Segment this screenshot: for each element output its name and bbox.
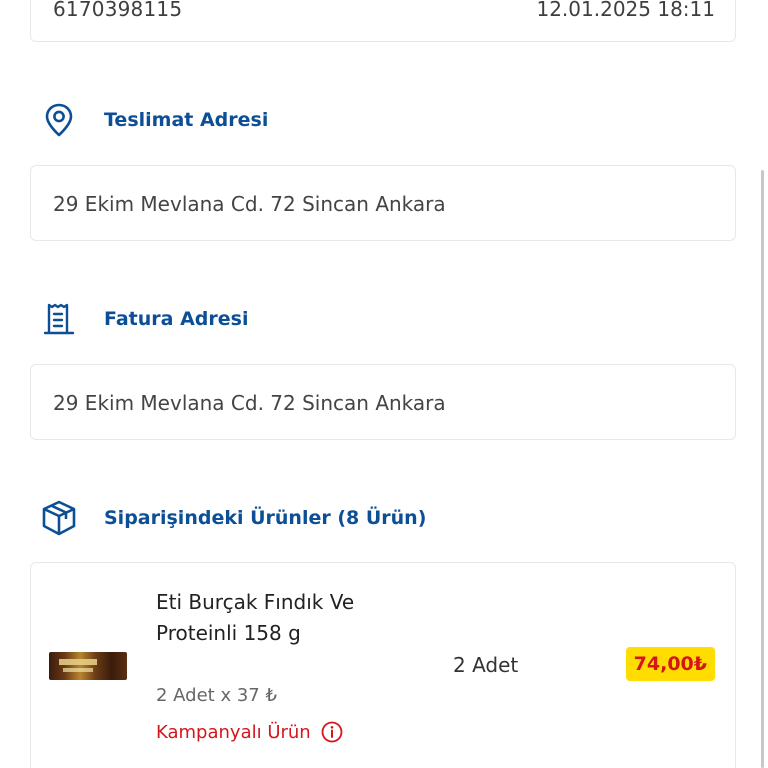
product-image[interactable] <box>49 652 127 680</box>
product-quantity: 2 Adet <box>453 653 519 677</box>
product-name[interactable]: Eti Burçak Fındık Ve Proteinli 158 g <box>156 587 396 649</box>
billing-address-card: 29 Ekim Mevlana Cd. 72 Sincan Ankara <box>30 364 736 440</box>
info-icon[interactable] <box>321 721 343 743</box>
order-date: 12.01.2025 18:11 <box>536 0 715 21</box>
order-number: 6170398115 <box>53 0 183 21</box>
billing-address-title: Fatura Adresi <box>104 308 249 330</box>
scrollbar[interactable] <box>761 170 764 768</box>
campaign-label-text: Kampanyalı Ürün <box>156 721 311 743</box>
campaign-label[interactable]: Kampanyalı Ürün <box>156 721 343 743</box>
order-products-header: Siparişindeki Ürünler (8 Ürün) <box>40 499 426 537</box>
order-detail-page: 6170398115 12.01.2025 18:11 Teslimat Adr… <box>0 0 768 768</box>
delivery-address-text: 29 Ekim Mevlana Cd. 72 Sincan Ankara <box>53 192 446 216</box>
order-products-title: Siparişindeki Ürünler (8 Ürün) <box>104 507 427 529</box>
billing-address-text: 29 Ekim Mevlana Cd. 72 Sincan Ankara <box>53 391 446 415</box>
product-unit-price: 2 Adet x 37 ₺ <box>156 685 277 706</box>
location-pin-icon <box>40 101 78 139</box>
delivery-address-title: Teslimat Adresi <box>104 109 269 131</box>
delivery-address-card: 29 Ekim Mevlana Cd. 72 Sincan Ankara <box>30 165 736 241</box>
delivery-address-header: Teslimat Adresi <box>40 101 268 139</box>
order-info-card: 6170398115 12.01.2025 18:11 <box>30 0 736 42</box>
receipt-icon <box>40 300 78 338</box>
product-price-badge: 74,00₺ <box>625 647 715 681</box>
product-card[interactable]: Eti Burçak Fındık Ve Proteinli 158 g 2 A… <box>30 562 736 768</box>
package-icon <box>40 499 78 537</box>
billing-address-header: Fatura Adresi <box>40 300 249 338</box>
